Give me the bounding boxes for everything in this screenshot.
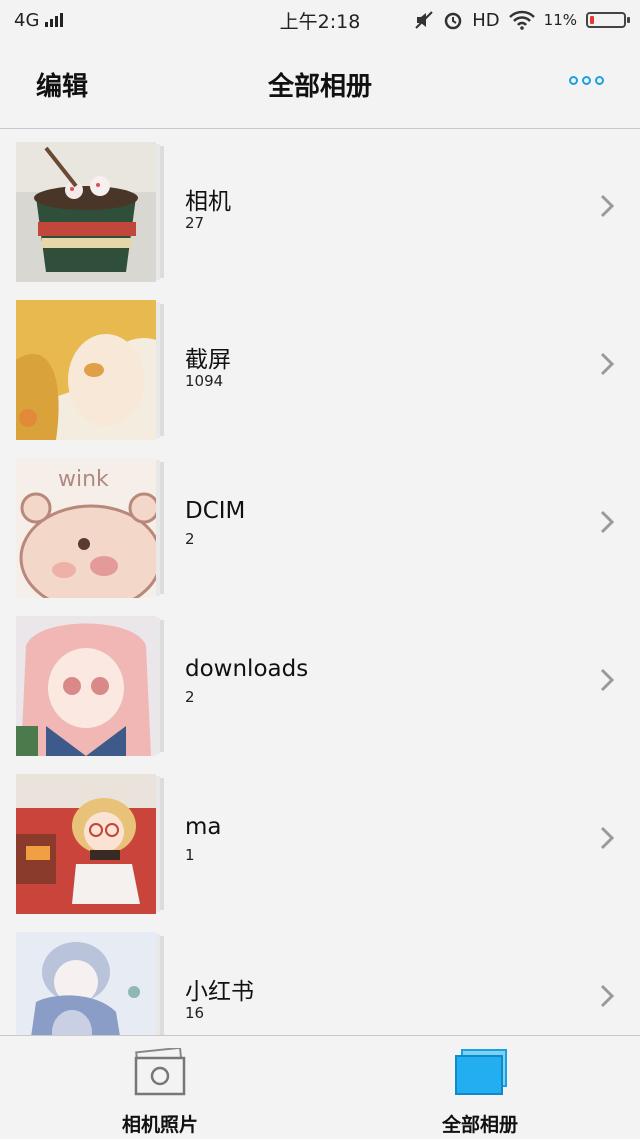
tab-label: 相机照片 — [121, 1114, 198, 1136]
album-cover — [16, 932, 164, 1035]
album-cover — [16, 616, 164, 756]
page-title: 全部相册 — [267, 72, 372, 102]
album-count: 1094 — [185, 372, 224, 390]
camera-album-thumbnail — [16, 142, 156, 282]
dcim-album-thumbnail: wink — [16, 458, 156, 598]
more-dots-icon[interactable] — [569, 76, 604, 85]
battery-icon — [586, 12, 630, 28]
alarm-icon — [445, 12, 462, 30]
signal-icon — [45, 13, 64, 27]
app-header: 编辑 全部相册 — [0, 40, 640, 129]
album-row-downloads[interactable]: downloads 2 — [0, 604, 640, 762]
album-cover — [16, 300, 164, 440]
network-type: 4G — [14, 9, 40, 31]
chevron-right-icon — [600, 510, 615, 534]
tab-all-albums[interactable]: 全部相册 — [380, 1036, 580, 1139]
album-name: 相机 — [185, 189, 231, 215]
chevron-right-icon — [600, 984, 615, 1008]
chevron-right-icon — [600, 194, 615, 218]
screenshots-album-thumbnail — [16, 300, 156, 440]
album-name: 小红书 — [185, 979, 254, 1005]
album-name: DCIM — [185, 498, 246, 524]
mute-icon — [415, 11, 433, 29]
chevron-right-icon — [600, 668, 615, 692]
album-cover — [16, 774, 164, 914]
album-count: 16 — [185, 1004, 205, 1022]
wifi-icon — [508, 10, 535, 30]
album-name: downloads — [185, 656, 309, 682]
hd-indicator: HD — [472, 9, 500, 31]
chevron-right-icon — [600, 826, 615, 850]
tab-camera-photos[interactable]: 相机照片 — [60, 1036, 260, 1139]
svg-text:wink: wink — [58, 467, 109, 492]
tab-label: 全部相册 — [441, 1114, 518, 1136]
battery-percent: 11% — [543, 11, 577, 29]
status-bar: 4G 上午2:18 HD 11% — [0, 0, 640, 40]
album-list: 相机 27 截屏 1094 wink DCIM 2 downloads 2 ma… — [0, 130, 640, 1035]
album-cover — [16, 142, 164, 282]
ma-album-thumbnail — [16, 774, 156, 914]
album-row-screenshots[interactable]: 截屏 1094 — [0, 288, 640, 446]
album-row-ma[interactable]: ma 1 — [0, 762, 640, 920]
chevron-right-icon — [600, 352, 615, 376]
album-count: 27 — [185, 214, 205, 232]
xiaohongshu-album-thumbnail — [16, 932, 156, 1035]
bottom-tab-bar: 相机照片 全部相册 — [0, 1035, 640, 1138]
album-count: 1 — [185, 846, 195, 864]
album-count: 2 — [185, 688, 195, 706]
album-row-xiaohongshu[interactable]: 小红书 16 — [0, 920, 640, 1035]
album-name: 截屏 — [185, 347, 231, 373]
camera-photos-icon — [134, 1048, 186, 1096]
album-row-dcim[interactable]: wink DCIM 2 — [0, 446, 640, 604]
all-albums-icon — [455, 1049, 507, 1095]
album-cover: wink — [16, 458, 164, 598]
album-row-camera[interactable]: 相机 27 — [0, 130, 640, 288]
album-name: ma — [185, 814, 222, 840]
downloads-album-thumbnail — [16, 616, 156, 756]
edit-button[interactable]: 编辑 — [36, 66, 88, 103]
album-count: 2 — [185, 530, 195, 548]
